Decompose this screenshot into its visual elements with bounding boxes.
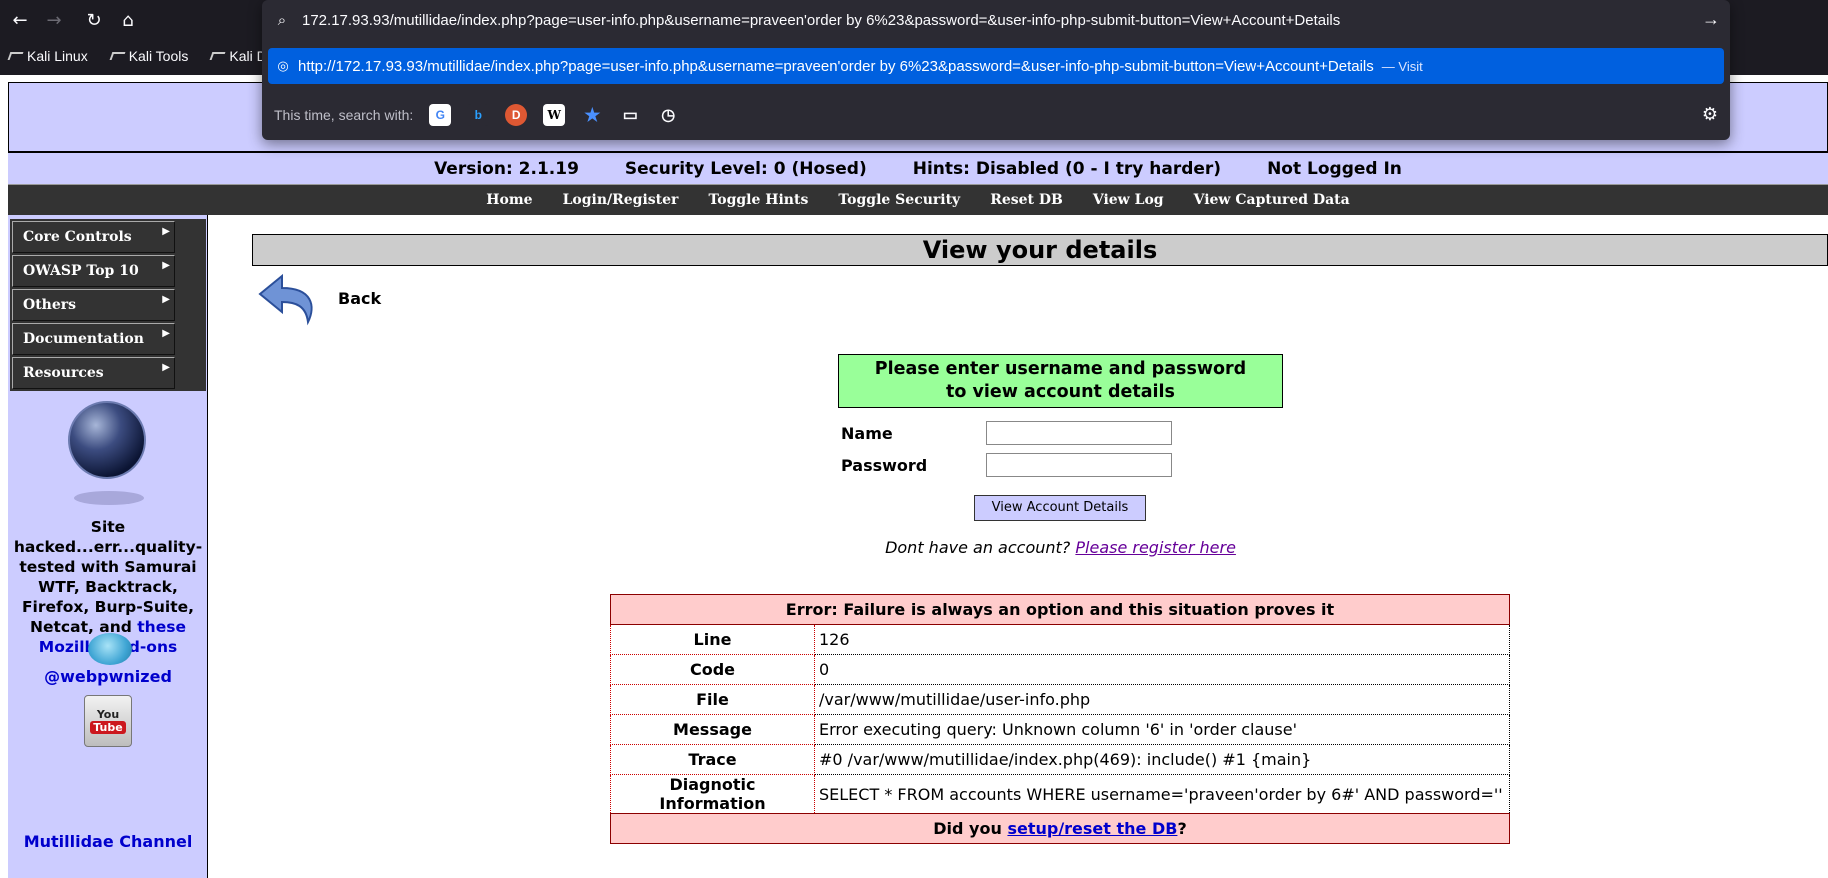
- register-line: Dont have an account? Please register he…: [885, 538, 1236, 557]
- search-icon: ⌕: [277, 11, 287, 29]
- home-icon[interactable]: ⌂: [114, 8, 142, 32]
- password-input[interactable]: [986, 453, 1172, 477]
- youtube-channel-link[interactable]: Mutillidae Channel: [10, 832, 206, 852]
- menu-home[interactable]: Home: [486, 192, 532, 208]
- login-status-text: Not Logged In: [1267, 158, 1402, 179]
- caret-right-icon: ▶: [162, 260, 170, 271]
- setup-reset-db-link[interactable]: setup/reset the DB: [1007, 819, 1177, 838]
- bookmark-kali-linux[interactable]: Kali Linux: [8, 44, 88, 68]
- name-label: Name: [841, 424, 893, 443]
- name-input[interactable]: [986, 421, 1172, 445]
- youtube-icon[interactable]: You Tube: [84, 695, 132, 747]
- status-bar: Version: 2.1.19 Security Level: 0 (Hosed…: [8, 152, 1828, 184]
- bookmarks-bar: Kali Linux Kali Tools Kali Do: [8, 44, 275, 68]
- sidebar: Core Controls ▶ OWASP Top 10 ▶ Others ▶ Doc…: [8, 215, 208, 878]
- kali-dragon-icon: [210, 50, 224, 62]
- error-header: Error: Failure is always an option and t…: [610, 594, 1510, 625]
- view-account-details-button[interactable]: View Account Details: [974, 495, 1146, 521]
- url-input[interactable]: ⌕ 172.17.93.93/mutillidae/index.php?page…: [262, 0, 1730, 40]
- sidebar-menu: Core Controls ▶ OWASP Top 10 ▶ Others ▶ Doc…: [10, 219, 206, 391]
- url-input-text: 172.17.93.93/mutillidae/index.php?page=u…: [302, 11, 1341, 29]
- url-suggestion-text: http://172.17.93.93/mutillidae/index.php…: [298, 57, 1374, 75]
- caret-right-icon: ▶: [162, 294, 170, 305]
- error-footer: Did you setup/reset the DB?: [610, 813, 1510, 844]
- kali-dragon-icon: [8, 50, 22, 62]
- google-icon[interactable]: G: [429, 104, 452, 126]
- reload-icon[interactable]: ↻: [80, 8, 108, 32]
- visit-label: — Visit: [1381, 58, 1423, 74]
- caret-right-icon: ▶: [162, 362, 170, 373]
- bookmarks-star-icon[interactable]: ★: [581, 104, 603, 126]
- gear-icon[interactable]: ⚙: [1702, 104, 1718, 125]
- sidebar-item-owasp-top-10[interactable]: OWASP Top 10 ▶: [12, 255, 175, 287]
- menu-toggle-security[interactable]: Toggle Security: [838, 192, 960, 208]
- menu-view-log[interactable]: View Log: [1093, 192, 1164, 208]
- urlbar-dropdown: ⌕ 172.17.93.93/mutillidae/index.php?page…: [262, 0, 1730, 140]
- menu-reset-db[interactable]: Reset DB: [990, 192, 1063, 208]
- error-table: Error: Failure is always an option and t…: [610, 594, 1510, 844]
- menu-login-register[interactable]: Login/Register: [563, 192, 679, 208]
- tabs-icon[interactable]: ▭: [619, 104, 641, 126]
- table-row: Code 0: [610, 654, 1510, 685]
- caret-right-icon: ▶: [162, 328, 170, 339]
- menu-toggle-hints[interactable]: Toggle Hints: [708, 192, 808, 208]
- back-arrow-icon[interactable]: ←: [6, 8, 34, 32]
- search-with-label: This time, search with:: [274, 107, 414, 123]
- table-row: Trace #0 /var/www/mutillidae/index.php(46…: [610, 744, 1510, 775]
- sidebar-item-resources[interactable]: Resources ▶: [12, 357, 175, 389]
- form-header: Please enter username and password to vi…: [838, 354, 1283, 408]
- forward-arrow-icon[interactable]: →: [40, 8, 68, 32]
- wikipedia-icon[interactable]: W: [543, 104, 566, 126]
- sidebar-item-others[interactable]: Others ▶: [12, 289, 175, 321]
- table-row: Message Error executing query: Unknown co…: [610, 714, 1510, 745]
- owasp-logo-icon[interactable]: [68, 401, 146, 505]
- kali-dragon-icon: [110, 50, 124, 62]
- security-level-text: Security Level: 0 (Hosed): [624, 158, 867, 179]
- sidebar-item-documentation[interactable]: Documentation ▶: [12, 323, 175, 355]
- menu-view-captured-data[interactable]: View Captured Data: [1194, 192, 1350, 208]
- bookmark-kali-tools[interactable]: Kali Tools: [110, 44, 189, 68]
- history-clock-icon[interactable]: ◷: [657, 104, 679, 126]
- back-link[interactable]: Back: [338, 289, 381, 308]
- hints-text: Hints: Disabled (0 - I try harder): [912, 158, 1222, 179]
- table-row: Line 126: [610, 624, 1510, 655]
- bing-icon[interactable]: b: [467, 104, 490, 126]
- back-arrow-icon[interactable]: [256, 272, 320, 330]
- table-row: Diagnotic Information SELECT * FROM accou…: [610, 774, 1510, 814]
- duckduckgo-icon[interactable]: D: [505, 104, 528, 126]
- top-menu: Home Login/Register Toggle Hints Toggle …: [8, 184, 1828, 215]
- password-label: Password: [841, 456, 928, 475]
- search-engines-row: This time, search with: G b D W ★ ▭ ◷: [274, 104, 679, 126]
- page-title-bar: View your details: [252, 234, 1828, 266]
- caret-right-icon: ▶: [162, 226, 170, 237]
- go-arrow-icon[interactable]: →: [1702, 9, 1720, 30]
- version-text: Version: 2.1.19: [434, 158, 579, 179]
- url-suggestion-row[interactable]: ◎ http://172.17.93.93/mutillidae/index.p…: [268, 48, 1724, 84]
- twitter-bird-icon[interactable]: [88, 633, 132, 665]
- register-link[interactable]: Please register here: [1075, 538, 1236, 557]
- sidebar-item-core-controls[interactable]: Core Controls ▶: [12, 221, 175, 253]
- globe-icon: ◎: [277, 58, 289, 73]
- twitter-link[interactable]: @webpwnized: [10, 667, 206, 686]
- table-row: File/var/www/mutillidae/user-info.php: [610, 684, 1510, 715]
